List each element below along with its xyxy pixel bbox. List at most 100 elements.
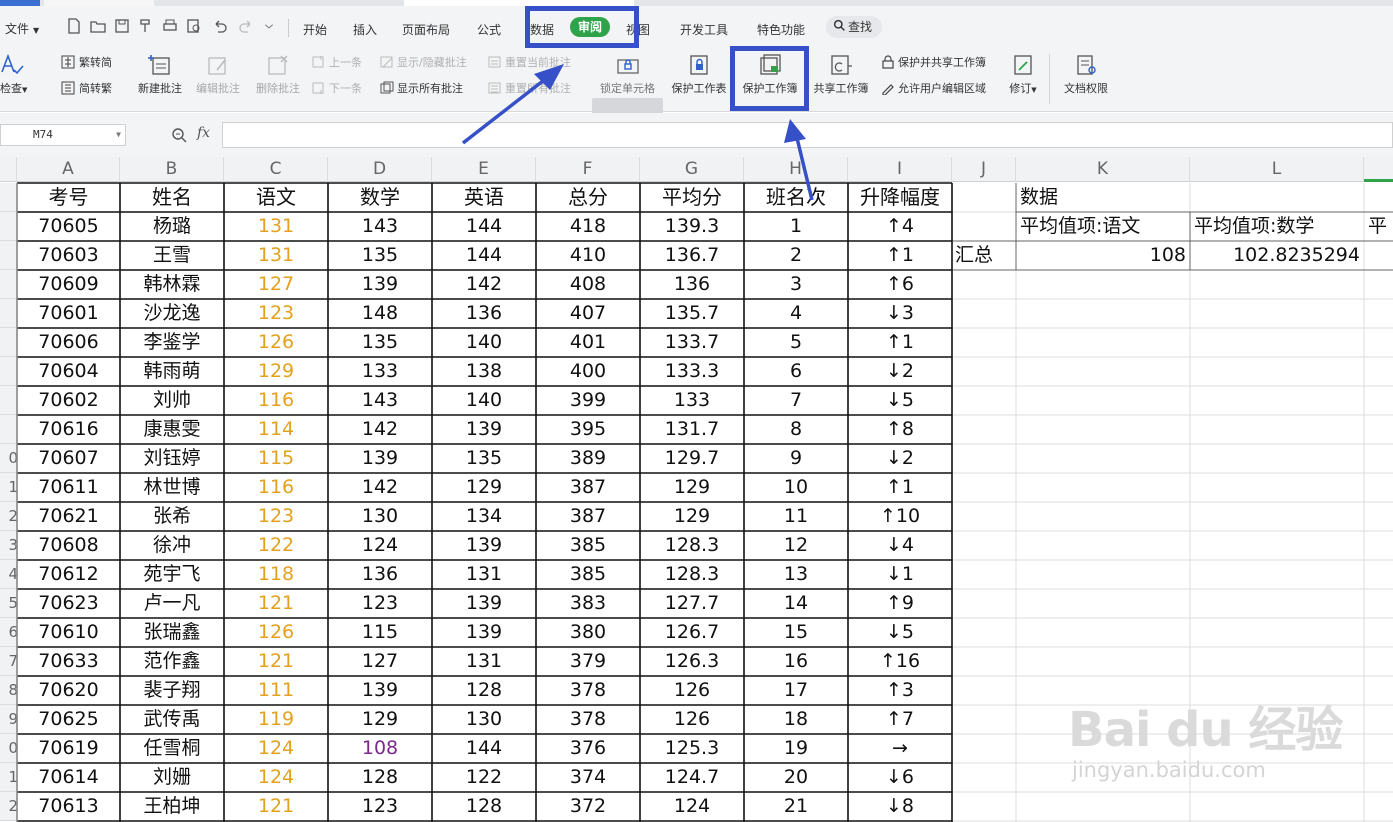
- table-cell[interactable]: 140: [432, 386, 536, 415]
- print-icon[interactable]: [162, 18, 178, 34]
- table-cell[interactable]: 131: [432, 647, 536, 676]
- table-cell[interactable]: ↑9: [848, 589, 952, 618]
- pivot-data-label[interactable]: 数据: [1020, 183, 1188, 212]
- table-cell[interactable]: 140: [432, 328, 536, 357]
- table-cell[interactable]: 395: [536, 415, 640, 444]
- tab-special-features[interactable]: 特色功能: [757, 21, 805, 38]
- table-cell[interactable]: 129: [328, 705, 432, 734]
- table-cell[interactable]: 17: [744, 676, 848, 705]
- prev-comment-button[interactable]: 上一条: [312, 54, 362, 70]
- table-cell[interactable]: 135.7: [640, 299, 744, 328]
- table-header-cell[interactable]: 数学: [328, 183, 432, 212]
- table-cell[interactable]: 126.3: [640, 647, 744, 676]
- table-cell[interactable]: 70613: [17, 792, 120, 821]
- quick-access-dropdown-icon[interactable]: [264, 18, 274, 34]
- table-cell[interactable]: 70614: [17, 763, 120, 792]
- table-cell[interactable]: 139: [328, 676, 432, 705]
- edit-comment-button[interactable]: 编辑批注: [192, 54, 244, 96]
- row-number[interactable]: [0, 299, 18, 328]
- allow-edit-ranges-button[interactable]: 允许用户编辑区域: [881, 80, 986, 96]
- doc-permissions-button[interactable]: 文档权限: [1058, 54, 1114, 96]
- tab-home[interactable]: 开始: [303, 21, 327, 38]
- table-cell[interactable]: 126: [640, 705, 744, 734]
- table-cell[interactable]: 136.7: [640, 241, 744, 270]
- table-cell[interactable]: 王柏坤: [120, 792, 224, 821]
- table-cell[interactable]: 21: [744, 792, 848, 821]
- name-box-dropdown-icon[interactable]: ▼: [116, 125, 121, 145]
- table-header-cell[interactable]: 语文: [224, 183, 328, 212]
- table-cell[interactable]: 7: [744, 386, 848, 415]
- table-cell[interactable]: 134: [432, 502, 536, 531]
- table-cell[interactable]: 131: [224, 241, 328, 270]
- spell-check-button[interactable]: 检查▼: [0, 54, 40, 96]
- table-cell[interactable]: 王雪: [120, 241, 224, 270]
- table-cell[interactable]: 130: [328, 502, 432, 531]
- delete-comment-button[interactable]: 删除批注: [252, 54, 304, 96]
- table-cell[interactable]: 129.7: [640, 444, 744, 473]
- table-cell[interactable]: 3: [744, 270, 848, 299]
- table-cell[interactable]: 122: [432, 763, 536, 792]
- table-cell[interactable]: 70621: [17, 502, 120, 531]
- table-cell[interactable]: 19: [744, 734, 848, 763]
- table-cell[interactable]: 范作鑫: [120, 647, 224, 676]
- table-cell[interactable]: 123: [224, 299, 328, 328]
- table-cell[interactable]: 徐冲: [120, 531, 224, 560]
- table-header-cell[interactable]: 升降幅度: [848, 183, 952, 212]
- row-number[interactable]: [0, 386, 18, 415]
- table-cell[interactable]: ↑1: [848, 473, 952, 502]
- format-painter-icon[interactable]: [138, 18, 154, 34]
- new-comment-button[interactable]: 新建批注: [134, 54, 186, 96]
- table-cell[interactable]: 135: [328, 241, 432, 270]
- table-cell[interactable]: ↑16: [848, 647, 952, 676]
- table-cell[interactable]: 131: [224, 212, 328, 241]
- table-cell[interactable]: 418: [536, 212, 640, 241]
- table-cell[interactable]: ↓4: [848, 531, 952, 560]
- table-cell[interactable]: 70620: [17, 676, 120, 705]
- row-number[interactable]: 5: [0, 589, 18, 618]
- share-workbook-button[interactable]: 共享工作簿: [808, 54, 874, 96]
- table-cell[interactable]: 128.3: [640, 531, 744, 560]
- table-cell[interactable]: 沙龙逸: [120, 299, 224, 328]
- table-cell[interactable]: 139: [432, 618, 536, 647]
- row-number[interactable]: 9: [0, 705, 18, 734]
- row-number[interactable]: 7: [0, 647, 18, 676]
- table-cell[interactable]: 韩林霖: [120, 270, 224, 299]
- table-cell[interactable]: 400: [536, 357, 640, 386]
- table-cell[interactable]: 139: [328, 444, 432, 473]
- lock-cell-button[interactable]: 锁定单元格: [592, 54, 663, 96]
- table-header-cell[interactable]: 总分: [536, 183, 640, 212]
- column-header-j[interactable]: J: [952, 157, 1016, 182]
- table-cell[interactable]: ↓5: [848, 618, 952, 647]
- table-cell[interactable]: 129: [432, 473, 536, 502]
- pivot-header-math[interactable]: 平均值项:数学: [1194, 212, 1362, 241]
- table-cell[interactable]: 121: [224, 589, 328, 618]
- table-cell[interactable]: 115: [224, 444, 328, 473]
- table-cell[interactable]: 70605: [17, 212, 120, 241]
- table-cell[interactable]: 70609: [17, 270, 120, 299]
- table-cell[interactable]: 1: [744, 212, 848, 241]
- table-cell[interactable]: 144: [432, 734, 536, 763]
- row-number[interactable]: [0, 415, 18, 444]
- table-cell[interactable]: 136: [432, 299, 536, 328]
- row-number[interactable]: [0, 328, 18, 357]
- tab-developer[interactable]: 开发工具: [680, 21, 728, 38]
- table-cell[interactable]: 116: [224, 386, 328, 415]
- reset-current-comment-button[interactable]: 重置当前批注: [488, 54, 571, 70]
- table-cell[interactable]: 128: [432, 676, 536, 705]
- formula-input[interactable]: [222, 122, 1393, 148]
- table-cell[interactable]: 385: [536, 560, 640, 589]
- pivot-header-chinese[interactable]: 平均值项:语文: [1020, 212, 1188, 241]
- table-cell[interactable]: 135: [432, 444, 536, 473]
- table-cell[interactable]: 133: [640, 386, 744, 415]
- table-cell[interactable]: 133.3: [640, 357, 744, 386]
- table-cell[interactable]: 126: [224, 328, 328, 357]
- table-cell[interactable]: 115: [328, 618, 432, 647]
- table-cell[interactable]: 124: [328, 531, 432, 560]
- pivot-header-partial[interactable]: 平: [1368, 212, 1393, 241]
- simp-to-trad-button[interactable]: 简转繁: [60, 80, 112, 96]
- table-cell[interactable]: 387: [536, 473, 640, 502]
- table-cell[interactable]: 127: [328, 647, 432, 676]
- select-all-corner[interactable]: [0, 157, 17, 182]
- row-number[interactable]: 2: [0, 792, 18, 821]
- table-cell[interactable]: 148: [328, 299, 432, 328]
